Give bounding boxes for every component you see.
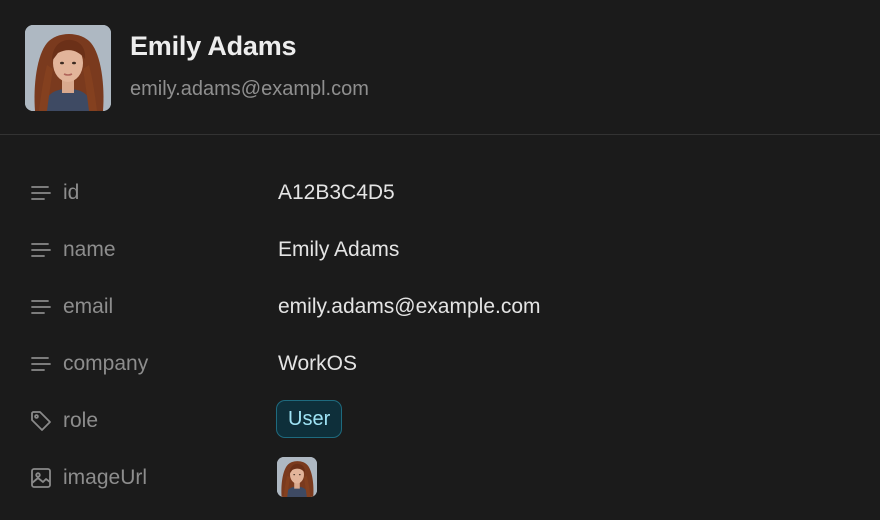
field-value-id: A12B3C4D5 bbox=[278, 181, 395, 204]
field-label-email: email bbox=[63, 295, 114, 318]
field-label-role: role bbox=[63, 409, 99, 432]
field-value-company: WorkOS bbox=[278, 352, 357, 375]
field-row-name: name Emily Adams bbox=[0, 221, 880, 278]
avatar-photo bbox=[25, 25, 111, 111]
text-lines-icon bbox=[29, 352, 53, 376]
field-label-id: id bbox=[63, 181, 80, 204]
field-row-company: company WorkOS bbox=[0, 335, 880, 392]
role-badge: User bbox=[276, 400, 343, 438]
field-row-id: id A12B3C4D5 bbox=[0, 164, 880, 221]
text-lines-icon bbox=[29, 181, 53, 205]
field-label-company: company bbox=[63, 352, 149, 375]
user-name: Emily Adams bbox=[130, 31, 297, 61]
thumbnail-photo bbox=[277, 457, 317, 497]
field-label-imageurl: imageUrl bbox=[63, 466, 148, 489]
image-icon bbox=[29, 466, 53, 490]
field-label-name: name bbox=[63, 238, 116, 261]
user-avatar bbox=[25, 25, 111, 111]
user-header: Emily Adams emily.adams@exampl.com bbox=[0, 0, 880, 135]
field-value-name: Emily Adams bbox=[278, 238, 400, 261]
tag-icon bbox=[29, 409, 53, 433]
image-thumbnail[interactable] bbox=[277, 457, 317, 497]
user-detail-panel: Emily Adams emily.adams@exampl.com id A1… bbox=[0, 0, 880, 520]
text-lines-icon bbox=[29, 238, 53, 262]
field-value-email: emily.adams@example.com bbox=[278, 295, 541, 318]
field-row-imageurl: imageUrl bbox=[0, 449, 880, 506]
text-lines-icon bbox=[29, 295, 53, 319]
field-row-role: role User bbox=[0, 392, 880, 449]
field-list: id A12B3C4D5 name Emily Adams email emil… bbox=[0, 164, 880, 506]
user-email: emily.adams@exampl.com bbox=[130, 78, 369, 100]
field-row-email: email emily.adams@example.com bbox=[0, 278, 880, 335]
